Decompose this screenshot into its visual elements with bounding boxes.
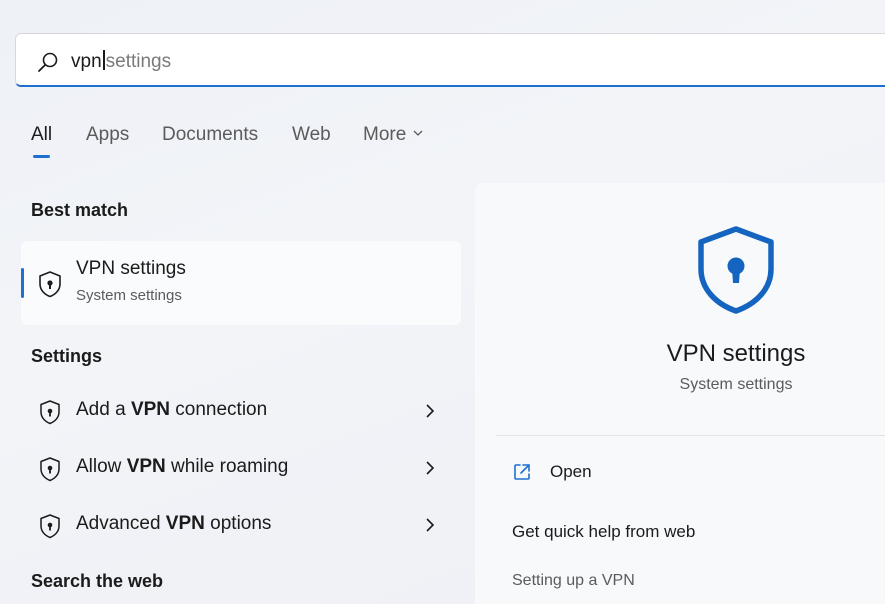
preview-panel: VPN settings System settings Open Get qu… xyxy=(475,183,885,604)
best-match-subtitle: System settings xyxy=(76,287,182,304)
tab-all[interactable]: All xyxy=(31,124,52,146)
search-typed-text: vpn xyxy=(71,51,102,72)
setting-allow-vpn-roaming[interactable]: Allow VPN while roaming xyxy=(21,443,461,493)
setting-label: Allow VPN while roaming xyxy=(76,456,289,477)
tab-documents[interactable]: Documents xyxy=(162,124,258,146)
chevron-right-icon xyxy=(426,518,435,532)
active-tab-indicator xyxy=(33,155,50,158)
setting-advanced-vpn-options[interactable]: Advanced VPN options xyxy=(21,500,461,550)
settings-heading: Settings xyxy=(31,346,103,366)
help-link-setting-up-vpn[interactable]: Setting up a VPN xyxy=(512,572,635,590)
preview-subtitle: System settings xyxy=(679,376,793,393)
selection-accent xyxy=(21,268,24,298)
best-match-heading: Best match xyxy=(31,200,129,220)
best-match-result[interactable]: VPN settings System settings xyxy=(21,241,461,325)
tab-more[interactable]: More xyxy=(363,124,424,146)
shield-icon xyxy=(40,457,60,482)
setting-label: Add a VPN connection xyxy=(76,399,268,420)
text-caret xyxy=(102,50,105,70)
search-icon xyxy=(38,52,58,72)
shield-icon xyxy=(698,226,774,314)
preview-title: VPN settings xyxy=(666,340,806,367)
search-query[interactable]: vpn settings xyxy=(71,50,171,73)
chevron-down-icon xyxy=(413,130,423,136)
search-input[interactable]: vpn settings xyxy=(15,33,885,87)
setting-label: Advanced VPN options xyxy=(76,513,272,534)
open-label: Open xyxy=(550,462,592,481)
shield-icon xyxy=(40,514,60,539)
best-match-title: VPN settings xyxy=(76,258,186,279)
shield-icon xyxy=(40,400,60,425)
setting-add-vpn-connection[interactable]: Add a VPN connection xyxy=(21,386,461,436)
tab-apps[interactable]: Apps xyxy=(86,124,129,146)
search-suggestion-text: settings xyxy=(105,51,172,72)
chevron-right-icon xyxy=(426,461,435,475)
open-external-icon xyxy=(514,464,530,480)
chevron-right-icon xyxy=(426,404,435,418)
divider xyxy=(496,435,885,436)
quick-help-heading: Get quick help from web xyxy=(512,522,696,541)
tab-more-label: More xyxy=(363,124,407,145)
open-button[interactable]: Open xyxy=(512,462,592,482)
tab-web[interactable]: Web xyxy=(292,124,331,146)
shield-icon xyxy=(39,271,61,298)
search-web-heading: Search the web xyxy=(31,571,164,591)
